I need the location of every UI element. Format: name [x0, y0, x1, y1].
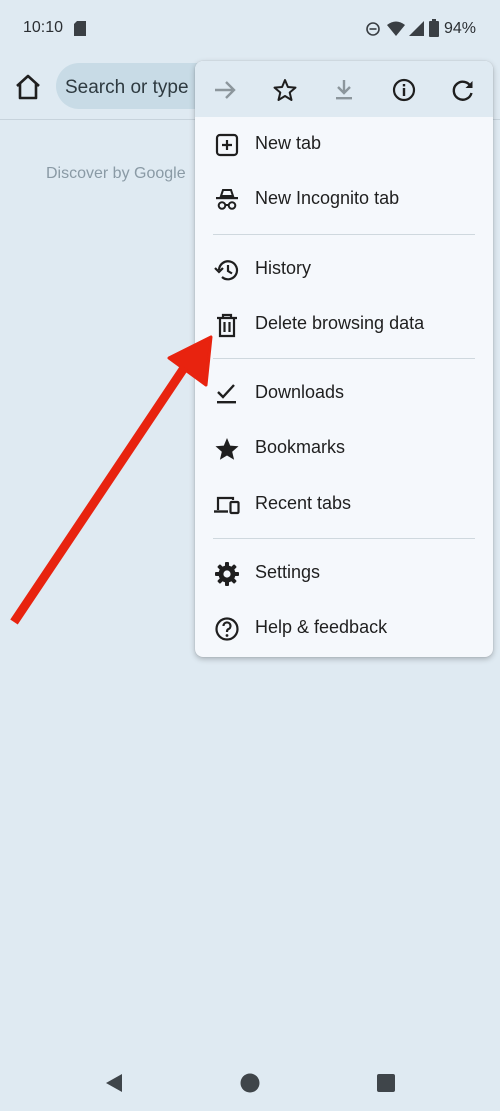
do-not-disturb-icon [366, 22, 380, 36]
discover-label: Discover by Google [46, 165, 186, 182]
menu-item-help-feedback[interactable]: Help & feedback [195, 601, 493, 655]
home-circle-icon[interactable] [240, 1073, 260, 1093]
app-menu: New tab New Incognito tab History Delete… [195, 61, 493, 657]
info-icon[interactable] [389, 75, 419, 105]
new-tab-icon [215, 133, 239, 157]
incognito-icon [216, 189, 238, 210]
menu-divider [213, 234, 475, 235]
devices-icon [214, 496, 240, 515]
battery-icon [429, 19, 439, 37]
menu-item-new-tab[interactable]: New tab [195, 117, 493, 171]
menu-divider [213, 358, 475, 359]
menu-item-label: New Incognito tab [255, 188, 400, 208]
cell-signal-icon [409, 21, 424, 36]
trash-icon [217, 313, 237, 338]
menu-item-label: Downloads [255, 382, 345, 402]
menu-action-row [195, 61, 493, 117]
downloads-check-icon [217, 384, 236, 404]
menu-item-incognito[interactable]: New Incognito tab [195, 172, 493, 226]
menu-item-bookmarks[interactable]: Bookmarks [195, 421, 493, 475]
wifi-icon [387, 21, 405, 36]
reload-icon[interactable] [448, 75, 478, 105]
menu-item-label: Bookmarks [255, 437, 346, 457]
download-icon[interactable] [329, 75, 359, 105]
status-time: 10:10 [23, 19, 64, 36]
menu-item-delete-browsing-data[interactable]: Delete browsing data [195, 297, 493, 351]
gear-icon [215, 562, 239, 586]
omnibox-placeholder: Search or type [65, 77, 189, 98]
menu-item-label: History [255, 258, 312, 278]
menu-item-label: New tab [255, 133, 322, 153]
menu-item-downloads[interactable]: Downloads [195, 366, 493, 420]
menu-item-label: Delete browsing data [255, 313, 425, 333]
sd-card-icon [74, 21, 86, 36]
menu-item-label: Help & feedback [255, 617, 388, 637]
menu-divider [213, 538, 475, 539]
menu-item-label: Settings [255, 562, 321, 582]
menu-item-settings[interactable]: Settings [195, 546, 493, 600]
home-icon[interactable] [14, 72, 42, 102]
recents-square-icon[interactable] [377, 1074, 395, 1092]
menu-item-history[interactable]: History [195, 242, 493, 296]
menu-item-label: Recent tabs [255, 493, 352, 513]
menu-item-recent-tabs[interactable]: Recent tabs [195, 477, 493, 531]
history-icon [214, 260, 239, 281]
help-icon [215, 617, 239, 641]
battery-percent: 94% [443, 20, 476, 37]
arrow-right-icon[interactable] [210, 75, 240, 105]
star-filled-icon [215, 438, 239, 460]
star-outline-icon[interactable] [270, 75, 300, 105]
back-triangle-icon[interactable] [104, 1073, 124, 1093]
